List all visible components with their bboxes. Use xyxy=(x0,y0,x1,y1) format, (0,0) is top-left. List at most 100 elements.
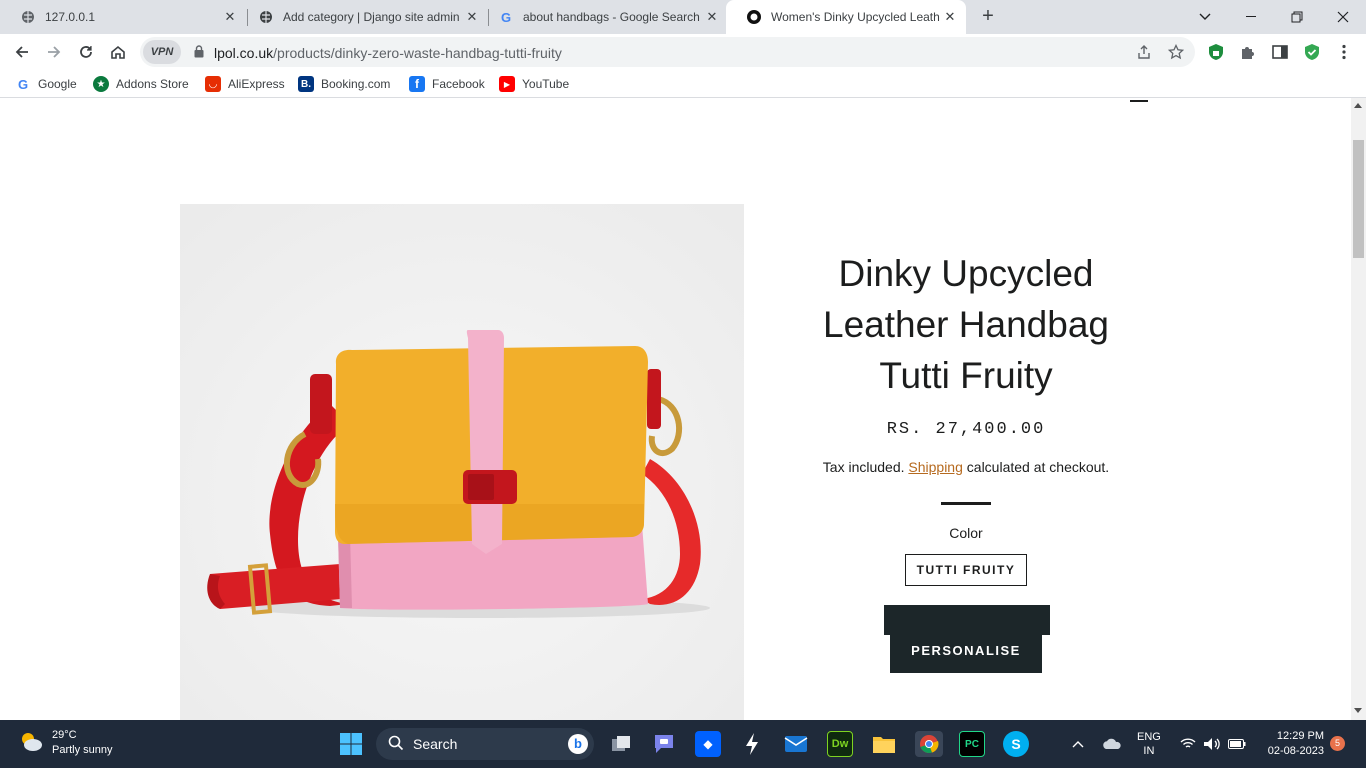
close-icon[interactable]: ✕ xyxy=(702,9,722,25)
more-menu-icon[interactable] xyxy=(1335,43,1353,61)
tab-django-admin[interactable]: Add category | Django site admin ✕ xyxy=(238,0,488,34)
forward-button[interactable] xyxy=(40,38,68,66)
tax-note: Tax included. Shipping calculated at che… xyxy=(790,459,1142,475)
product-image[interactable] xyxy=(180,204,744,720)
skype-icon[interactable]: S xyxy=(1003,731,1029,757)
tab-title: about handbags - Google Search xyxy=(523,10,700,24)
minimize-button[interactable] xyxy=(1228,0,1274,34)
site-icon xyxy=(746,9,762,25)
booking-icon: B. xyxy=(298,76,314,92)
restore-button[interactable] xyxy=(1274,0,1320,34)
bookmark-facebook[interactable]: f Facebook xyxy=(409,75,485,93)
language-indicator[interactable]: ENG IN xyxy=(1137,720,1161,768)
scrollbar-thumb[interactable] xyxy=(1353,140,1364,258)
dreamweaver-icon[interactable]: Dw xyxy=(827,731,853,757)
language-region: IN xyxy=(1143,745,1155,757)
reload-button[interactable] xyxy=(72,38,100,66)
bookmark-aliexpress[interactable]: ◡ AliExpress xyxy=(205,75,285,93)
bookmark-youtube[interactable]: ▶ YouTube xyxy=(499,75,569,93)
color-label: Color xyxy=(949,525,983,541)
bookmark-label: AliExpress xyxy=(228,77,285,91)
system-clock[interactable]: 12:29 PM 02-08-2023 xyxy=(1258,729,1324,759)
product-title-line: Dinky Upcycled xyxy=(838,253,1094,294)
add-to-cart-button[interactable] xyxy=(884,605,1050,635)
side-panel-icon[interactable] xyxy=(1271,43,1289,61)
address-bar[interactable]: VPN lpol.co.uk/products/dinky-zero-waste… xyxy=(140,37,1195,67)
extensions-puzzle-icon[interactable] xyxy=(1239,43,1257,61)
bookmark-google[interactable]: G Google xyxy=(15,75,77,93)
color-option-tutti-fruity[interactable]: TUTTI FRUITY xyxy=(904,554,1028,586)
browser-toolbar: VPN lpol.co.uk/products/dinky-zero-waste… xyxy=(0,34,1366,70)
tab-search-chevron-icon[interactable] xyxy=(1182,0,1228,34)
bookmarks-bar: G Google ★ Addons Store ◡ AliExpress B. … xyxy=(0,70,1366,98)
shipping-link[interactable]: Shipping xyxy=(908,459,963,475)
home-button[interactable] xyxy=(104,38,132,66)
bookmark-star-icon[interactable] xyxy=(1167,43,1185,60)
product-title-line: Leather Handbag xyxy=(823,304,1109,345)
wifi-icon[interactable] xyxy=(1180,720,1196,768)
bookmark-booking[interactable]: B. Booking.com xyxy=(298,75,390,93)
tab-strip: 127.0.0.1 ✕ Add category | Django site a… xyxy=(0,0,1366,34)
tax-prefix: Tax included. xyxy=(822,459,905,475)
back-button[interactable] xyxy=(8,38,36,66)
page-viewport: Dinky Upcycled Leather Handbag Tutti Fru… xyxy=(0,98,1351,720)
share-icon[interactable] xyxy=(1136,44,1152,60)
search-icon xyxy=(388,735,404,754)
tab-localhost[interactable]: 127.0.0.1 ✕ xyxy=(0,0,246,34)
battery-icon[interactable] xyxy=(1228,720,1246,768)
partly-sunny-icon xyxy=(18,729,44,758)
bookmark-label: YouTube xyxy=(522,77,570,91)
tab-title: Women's Dinky Upcycled Leather xyxy=(771,10,940,24)
bookmark-label: Facebook xyxy=(432,77,485,91)
weather-widget[interactable]: 29°C Partly sunny xyxy=(18,728,113,758)
facebook-icon: f xyxy=(409,76,425,92)
page-scrollbar[interactable] xyxy=(1351,98,1366,720)
mail-icon[interactable] xyxy=(783,731,809,757)
lightning-app-icon[interactable] xyxy=(739,731,765,757)
bookmark-label: Google xyxy=(38,77,77,91)
task-view-icon[interactable] xyxy=(608,731,634,757)
close-window-button[interactable] xyxy=(1320,0,1366,34)
close-icon[interactable]: ✕ xyxy=(940,9,960,25)
dropbox-icon[interactable]: ◆ xyxy=(695,731,721,757)
pycharm-icon[interactable]: PC xyxy=(959,731,985,757)
scroll-up-arrow-icon[interactable] xyxy=(1354,103,1362,108)
windows-start-icon[interactable] xyxy=(338,731,364,757)
bing-icon[interactable]: b xyxy=(568,734,588,754)
volume-icon[interactable] xyxy=(1203,720,1221,768)
vpn-button[interactable]: VPN xyxy=(143,40,181,64)
tab-title: 127.0.0.1 xyxy=(45,10,96,24)
taskbar-search[interactable]: Search b xyxy=(376,728,594,760)
url-path: /products/dinky-zero-waste-handbag-tutti… xyxy=(273,45,562,61)
google-icon: G xyxy=(500,9,512,25)
new-tab-button[interactable]: + xyxy=(976,4,1000,28)
search-label: Search xyxy=(413,736,458,752)
lock-icon[interactable] xyxy=(194,45,204,63)
close-icon[interactable]: ✕ xyxy=(220,9,240,25)
scroll-down-arrow-icon[interactable] xyxy=(1354,708,1362,713)
onedrive-cloud-icon[interactable] xyxy=(1102,720,1122,768)
menu-icon[interactable] xyxy=(1130,98,1148,102)
shield-extension-icon[interactable] xyxy=(1207,43,1225,61)
product-price: RS. 27,400.00 xyxy=(886,420,1046,439)
clock-time: 12:29 PM xyxy=(1276,730,1324,742)
clock-date: 02-08-2023 xyxy=(1267,745,1324,757)
show-hidden-icons-chevron-icon[interactable] xyxy=(1072,720,1084,768)
teams-chat-icon[interactable] xyxy=(651,731,677,757)
tab-product-page[interactable]: Women's Dinky Upcycled Leather ✕ xyxy=(726,0,966,34)
bookmark-addons-store[interactable]: ★ Addons Store xyxy=(93,75,189,93)
tab-google-search[interactable]: G about handbags - Google Search ✕ xyxy=(478,0,728,34)
windows-taskbar: 29°C Partly sunny Search b ◆ Dw PC S ENG… xyxy=(0,720,1366,768)
google-icon: G xyxy=(17,76,29,92)
weather-condition: Partly sunny xyxy=(52,744,113,756)
notification-badge[interactable]: 5 xyxy=(1330,736,1345,751)
tab-title: Add category | Django site admin xyxy=(283,10,460,24)
verified-shield-icon[interactable] xyxy=(1303,43,1321,61)
url-domain: lpol.co.uk xyxy=(214,45,274,61)
chrome-icon[interactable] xyxy=(915,731,943,757)
product-title: Dinky Upcycled Leather Handbag Tutti Fru… xyxy=(790,248,1142,401)
site-logo[interactable] xyxy=(178,98,338,104)
file-explorer-icon[interactable] xyxy=(871,731,897,757)
addons-store-icon: ★ xyxy=(93,76,109,92)
product-title-line: Tutti Fruity xyxy=(879,355,1053,396)
